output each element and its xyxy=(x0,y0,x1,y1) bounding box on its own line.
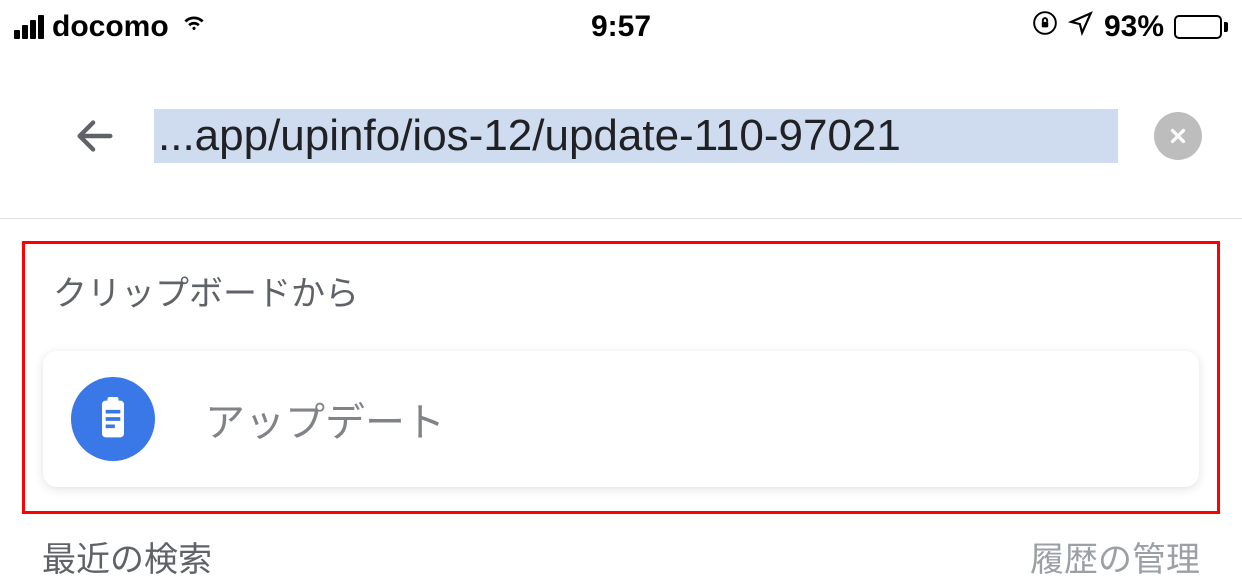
clock-time: 9:57 xyxy=(591,10,651,44)
battery-icon xyxy=(1174,15,1228,39)
clipboard-suggestion-card[interactable]: アップデート xyxy=(43,351,1199,487)
status-right: 93% xyxy=(1032,10,1228,44)
status-bar: docomo 9:57 93% xyxy=(0,0,1242,54)
clear-button[interactable] xyxy=(1154,112,1202,160)
url-input[interactable]: ...app/upinfo/ios-12/update-110-97021 xyxy=(154,109,1118,163)
address-bar-row: ...app/upinfo/ios-12/update-110-97021 xyxy=(0,54,1242,219)
back-button[interactable] xyxy=(72,113,118,159)
recent-searches-label: 最近の検索 xyxy=(42,532,212,581)
clipboard-item-text: アップデート xyxy=(205,390,445,448)
signal-bars-icon xyxy=(14,15,44,39)
history-management-link[interactable]: 履歴の管理 xyxy=(1030,532,1200,581)
clipboard-icon xyxy=(71,377,155,461)
clipboard-section: クリップボードから アップデート xyxy=(22,241,1220,514)
carrier-label: docomo xyxy=(52,10,169,44)
rotation-lock-icon xyxy=(1032,10,1058,44)
wifi-icon xyxy=(177,10,211,44)
bottom-row: 最近の検索 履歴の管理 xyxy=(0,514,1242,581)
location-icon xyxy=(1068,10,1094,44)
battery-percent: 93% xyxy=(1104,10,1164,44)
clipboard-section-label: クリップボードから xyxy=(53,266,1199,315)
status-left: docomo xyxy=(14,10,211,44)
